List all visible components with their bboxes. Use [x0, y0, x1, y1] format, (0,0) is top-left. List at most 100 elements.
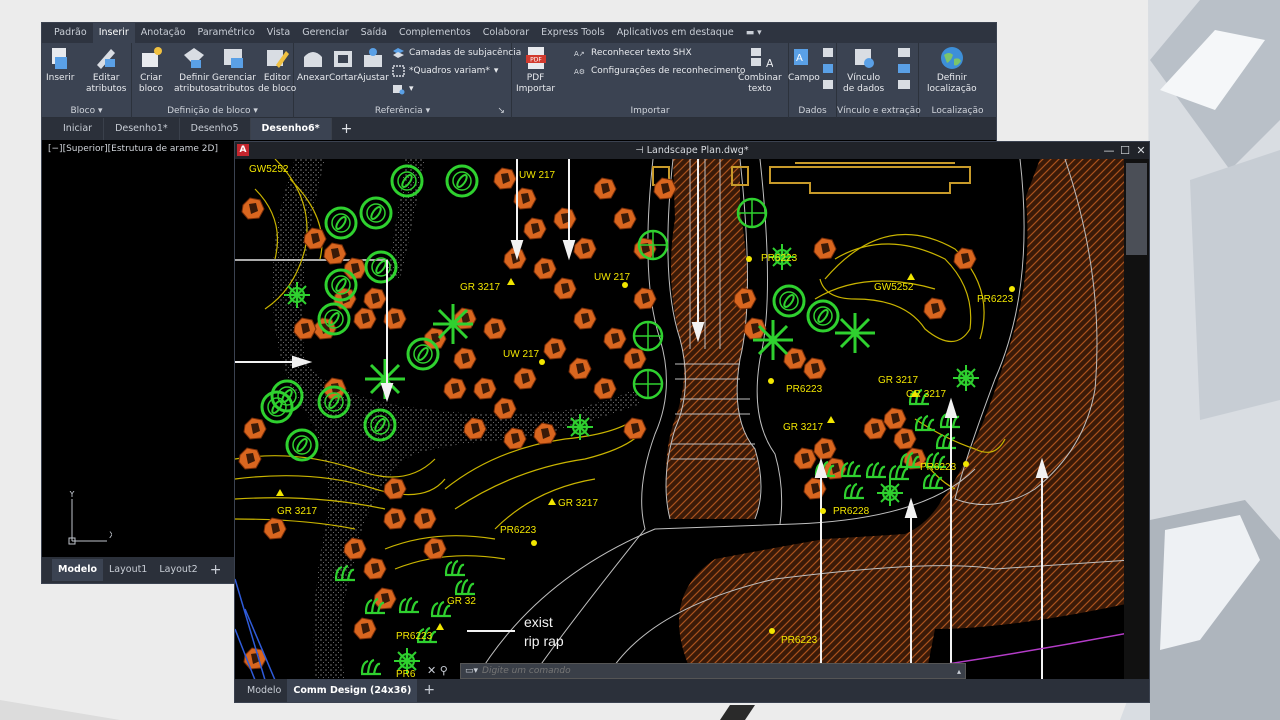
panel-bloco-title[interactable]: Bloco ▾ — [42, 106, 131, 116]
recognition-settings-button[interactable]: A⚙ Configurações de reconhecimento — [574, 65, 745, 77]
command-icon[interactable]: ▭▾ — [465, 666, 478, 676]
tab-modelo[interactable]: Modelo — [241, 679, 287, 702]
frames-vary-dropdown[interactable]: *Quadros variam* ▾ — [392, 65, 498, 77]
panel-importar-title: Importar — [630, 106, 670, 116]
plant-label: PR6223 — [977, 294, 1014, 305]
panel-localizacao-title: Localização — [931, 106, 984, 116]
edit-attributes-label: Editar atributos — [86, 73, 127, 94]
new-tab-plus-icon[interactable]: + — [332, 121, 362, 137]
panel-referencia-title[interactable]: Referência ▾ ↘ — [294, 106, 511, 116]
clip-label: Cortar — [329, 73, 358, 83]
plant-label: UW 217 — [519, 170, 556, 181]
viewport-controls-label[interactable]: [−][Superior][Estrutura de arame 2D] — [48, 144, 218, 154]
edit-attributes-icon — [97, 49, 116, 69]
panel-definicao-bloco: Criar bloco Definir atributos Gerenciar … — [132, 43, 296, 118]
set-location-button[interactable]: Definir localização — [927, 45, 977, 95]
edit-attributes-button[interactable]: Editar atributos — [86, 45, 126, 95]
doc-tab-iniciar[interactable]: Iniciar — [52, 118, 105, 140]
doc-tab-desenho5[interactable]: Desenho5 — [180, 118, 251, 140]
tab-colaborar[interactable]: Colaborar — [477, 23, 535, 43]
tab-express-tools[interactable]: Express Tools — [535, 23, 611, 43]
create-block-button[interactable]: Criar bloco — [138, 45, 164, 95]
tab-padrao[interactable]: Padrão — [48, 23, 93, 43]
back-tab-modelo[interactable]: Modelo — [52, 559, 104, 581]
define-attributes-button[interactable]: Definir atributos — [174, 45, 214, 95]
tab-saida[interactable]: Saída — [355, 23, 393, 43]
back-tab-layout2[interactable]: Layout2 — [153, 559, 203, 581]
command-expand-icon[interactable]: ▴ — [957, 667, 961, 676]
tab-aplicativos[interactable]: Aplicativos em destaque — [611, 23, 740, 43]
block-editor-button[interactable]: Editor de bloco — [258, 45, 296, 95]
clip-button[interactable]: Cortar — [329, 45, 357, 84]
ribbon-panel-area: Inserir Editar atributos Bloco ▾ Criar b… — [42, 43, 996, 118]
manage-attributes-icon — [223, 49, 243, 68]
panel-importar: PDF PDF Importar A↗ Reconhecer texto SHX… — [512, 43, 789, 118]
tab-complementos[interactable]: Complementos — [393, 23, 477, 43]
adjust-icon — [363, 48, 382, 67]
adjust-button[interactable]: Ajustar — [357, 45, 389, 84]
svg-text:Y: Y — [68, 491, 75, 500]
pdf-import-button[interactable]: PDF PDF Importar — [516, 45, 555, 95]
document-tab-bar: Iniciar Desenho1* Desenho5 Desenho6* + — [42, 118, 996, 140]
panel-localizacao: Definir localização Localização — [919, 43, 996, 118]
data-small-icons[interactable] — [822, 47, 834, 91]
tab-vista[interactable]: Vista — [261, 23, 296, 43]
panel-vinculo-title: Vínculo e extração — [837, 106, 921, 116]
back-layout-tab-bar: Modelo Layout1 Layout2 + — [42, 557, 242, 583]
chevron-down-icon: ▾ — [409, 84, 414, 94]
plant-label: GR 3217 — [878, 375, 919, 386]
combine-text-button[interactable]: A Combinar texto — [738, 45, 782, 95]
plant-label: GR 3217 — [906, 389, 947, 400]
block-editor-label: Editor de bloco — [258, 73, 297, 94]
attach-button[interactable]: Anexar — [297, 45, 329, 84]
set-location-label: Definir localização — [927, 73, 977, 94]
command-tools-icon[interactable]: ✕ ⚲ — [427, 664, 448, 677]
tab-gerenciar[interactable]: Gerenciar — [296, 23, 354, 43]
tab-inserir[interactable]: Inserir — [92, 23, 135, 43]
plant-label: UW 217 — [594, 272, 631, 283]
pin-icon[interactable]: ⊣ — [635, 145, 643, 156]
underlay-layers-button[interactable]: Camadas de subjacência — [392, 47, 521, 59]
attach-icon — [303, 52, 322, 67]
manage-attributes-label: Gerenciar atributos — [212, 73, 256, 94]
pdf-import-label: PDF Importar — [516, 73, 556, 94]
svg-text:A: A — [766, 57, 773, 70]
plant-label: GR 32 — [447, 596, 476, 607]
field-button[interactable]: A Campo — [788, 45, 820, 84]
plant-label: GR 3217 — [558, 498, 599, 509]
plant-label: PR6223 — [500, 525, 537, 536]
insert-block-button[interactable]: Inserir — [46, 45, 75, 84]
globe-icon — [940, 47, 963, 69]
plant-label: GW5252 — [874, 282, 914, 293]
recognize-text-icon: A↗ — [574, 50, 585, 58]
close-icon[interactable]: ✕ — [1135, 142, 1147, 159]
create-block-icon — [142, 47, 162, 67]
reference-extra-button[interactable]: ▾ — [392, 83, 414, 95]
manage-attributes-button[interactable]: Gerenciar atributos — [212, 45, 256, 95]
tab-parametrico[interactable]: Paramétrico — [192, 23, 261, 43]
minimize-icon[interactable]: — — [1103, 142, 1115, 159]
ribbon-options-icon[interactable]: ▬ ▾ — [740, 23, 768, 43]
back-tab-layout1[interactable]: Layout1 — [103, 559, 153, 581]
settings-text-icon: A⚙ — [574, 68, 585, 76]
tab-comm-design[interactable]: Comm Design (24x36) — [287, 679, 418, 702]
extraction-small-icons[interactable] — [897, 47, 911, 91]
command-input[interactable] — [482, 666, 883, 676]
recognize-shx-button[interactable]: A↗ Reconhecer texto SHX — [574, 47, 692, 59]
data-link-button[interactable]: Vínculo de dados — [843, 45, 884, 95]
create-block-label: Criar bloco — [138, 73, 164, 94]
plant-label: PR6223 — [786, 384, 823, 395]
panel-definicao-title[interactable]: Definição de bloco ▾ — [132, 106, 293, 116]
tab-anotacao[interactable]: Anotação — [135, 23, 192, 43]
doc-tab-desenho1[interactable]: Desenho1* — [104, 118, 180, 140]
maximize-icon[interactable]: ☐ — [1119, 142, 1131, 159]
combine-text-icon: A — [750, 48, 773, 70]
doc-tab-desenho6[interactable]: Desenho6* — [250, 118, 332, 140]
field-icon: A — [793, 49, 808, 65]
snap-icon — [393, 85, 405, 95]
plant-label: PR6228 — [833, 506, 870, 517]
define-attributes-label: Definir atributos — [174, 73, 215, 94]
combine-text-label: Combinar texto — [738, 73, 782, 94]
add-layout-plus-icon[interactable]: + — [417, 679, 441, 702]
back-add-layout-plus-icon[interactable]: + — [204, 559, 228, 581]
